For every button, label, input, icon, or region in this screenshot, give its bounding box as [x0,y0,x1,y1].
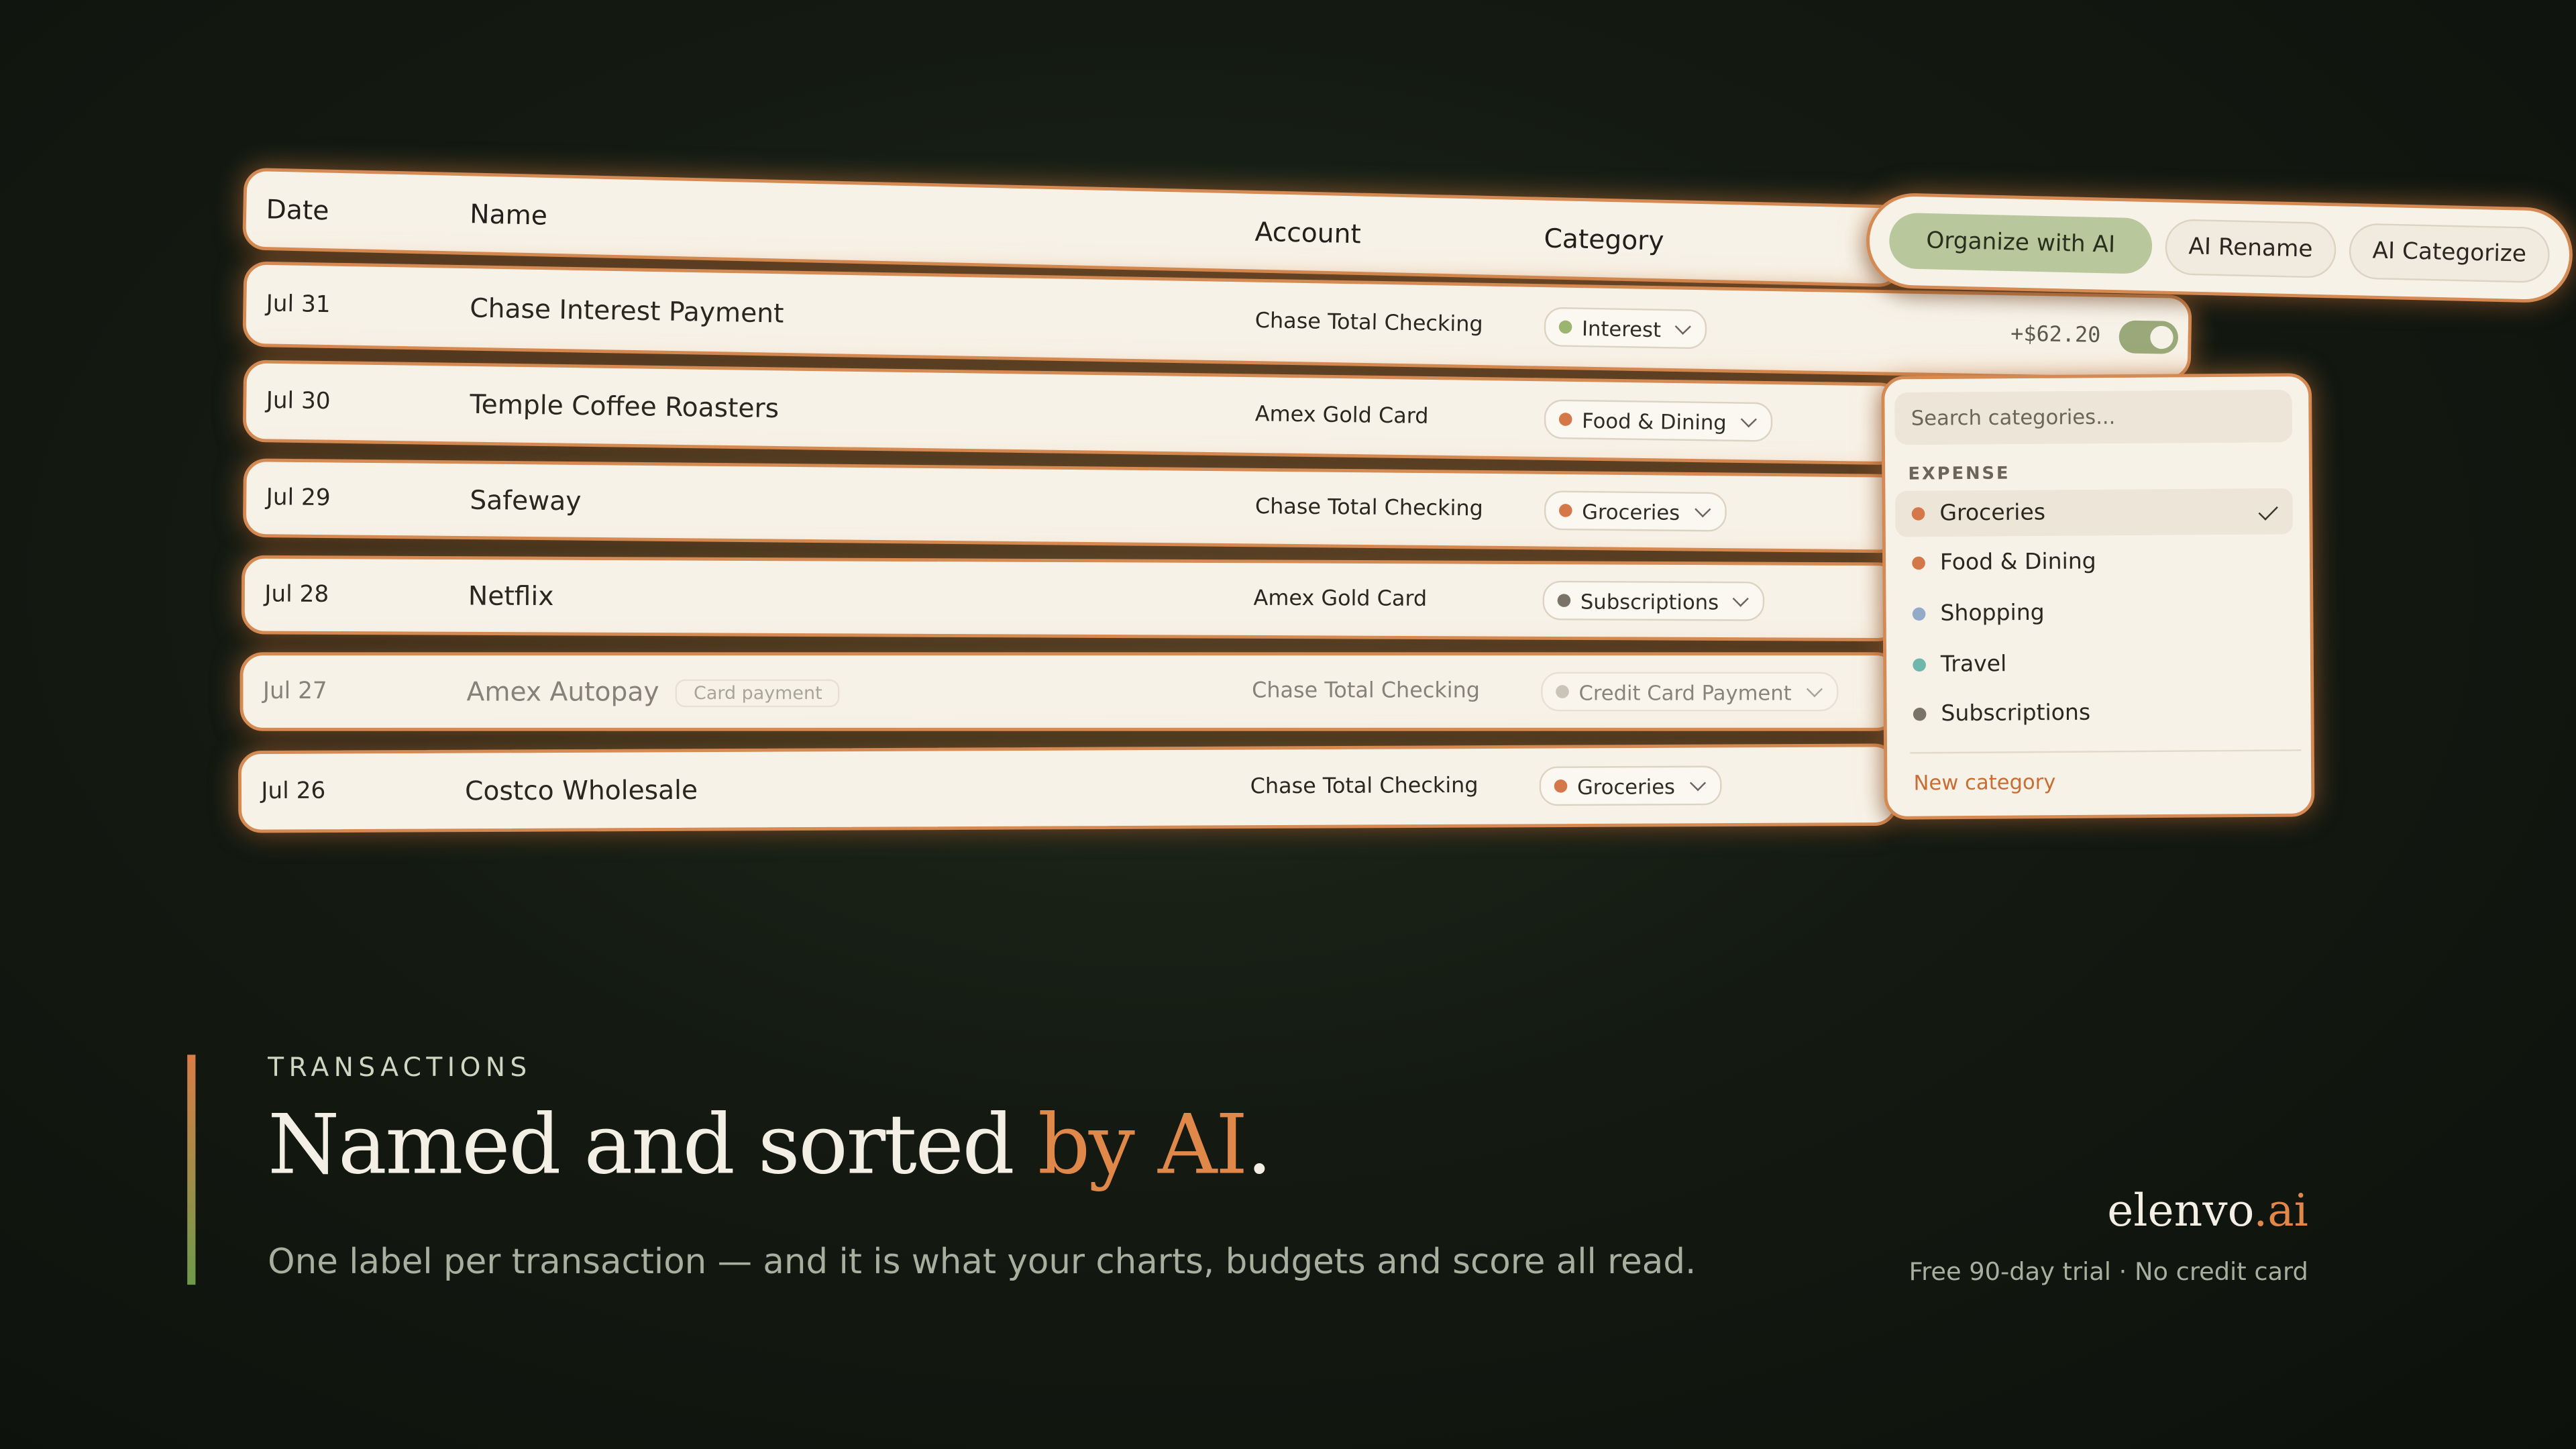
subtitle: One label per transaction — and it is wh… [268,1242,1697,1282]
category-label: Groceries [1576,773,1676,799]
row-account: Chase Total Checking [1254,309,1483,338]
row-account: Amex Gold Card [1254,402,1429,430]
category-label: Groceries [1582,498,1680,524]
chevron-down-icon [1733,590,1750,607]
promo-scene: Date Name Account Category Jul 31 Chase … [0,0,2576,1449]
brand-logo: elenvo.ai [2107,1186,2308,1237]
check-icon [2258,500,2278,521]
column-date[interactable]: Date [266,194,329,227]
category-select[interactable]: Groceries [1539,765,1721,806]
category-dot-icon [1558,413,1572,427]
category-option-travel[interactable]: Travel [1896,639,2294,688]
row-date: Jul 28 [264,582,329,608]
expense-section-label: EXPENSE [1908,464,2010,484]
row-date: Jul 29 [266,484,331,512]
card-payment-tag: Card payment [676,679,841,708]
headline-end: . [1246,1097,1273,1193]
option-label: Groceries [1939,500,2046,527]
chevron-down-icon [1675,318,1692,335]
menu-divider [1910,749,2302,754]
row-account: Amex Gold Card [1253,586,1428,612]
headline-plain: Named and sorted [268,1097,1038,1193]
category-dropdown: Search categories... EXPENSE Groceries F… [1881,373,2315,820]
row-name: Chase Interest Payment [469,292,784,329]
table-row[interactable]: Jul 27 Amex Autopay Card payment Chase To… [239,652,1900,731]
row-name: Netflix [468,580,554,612]
category-label: Credit Card Payment [1578,679,1792,704]
accent-bar [187,1055,196,1285]
category-option-shopping[interactable]: Shopping [1896,588,2294,637]
category-dot-icon [1912,556,1925,570]
category-dot-icon [1911,507,1925,521]
row-date: Jul 31 [266,291,331,319]
new-category-link[interactable]: New category [1913,769,2055,795]
ai-rename-button[interactable]: AI Rename [2164,219,2337,279]
row-name-text: Amex Autopay [466,676,659,708]
category-search-input[interactable]: Search categories... [1894,389,2293,445]
category-dot-icon [1558,504,1572,517]
category-option-groceries[interactable]: Groceries [1895,488,2294,537]
row-name: Temple Coffee Roasters [470,388,780,424]
category-dot-icon [1556,685,1569,698]
table-row[interactable]: Jul 29 Safeway Chase Total Checking Groc… [242,458,1903,553]
category-select[interactable]: Interest [1544,307,1708,350]
row-account: Chase Total Checking [1252,679,1481,704]
ai-categorize-button[interactable]: AI Categorize [2348,223,2551,284]
category-label: Food & Dining [1581,407,1727,434]
category-dot-icon [1557,594,1571,607]
eyebrow-label: TRANSACTIONS [268,1051,532,1083]
trial-tagline: Free 90-day trial · No credit card [1909,1256,2308,1287]
row-name: Safeway [470,484,582,517]
headline: Named and sorted by AI. [268,1097,1273,1193]
category-select[interactable]: Food & Dining [1544,399,1773,442]
row-date: Jul 27 [262,678,327,705]
category-select[interactable]: Credit Card Payment [1541,672,1838,712]
category-label: Interest [1581,315,1662,341]
option-label: Travel [1940,651,2007,678]
category-dot-icon [1913,707,1927,721]
table-row[interactable]: Jul 30 Temple Coffee Roasters Amex Gold … [242,360,1903,466]
row-name: Costco Wholesale [464,774,698,807]
row-account: Chase Total Checking [1250,773,1479,800]
category-dot-icon [1913,658,1927,672]
option-label: Food & Dining [1939,548,2096,576]
include-toggle[interactable] [2118,320,2179,354]
row-amount: +$62.20 [2010,322,2101,349]
row-name: Amex Autopay Card payment [467,676,841,708]
category-option-food-dining[interactable]: Food & Dining [1896,537,2294,586]
chevron-down-icon [1740,411,1757,428]
category-label: Subscriptions [1580,588,1719,614]
table-row[interactable]: Jul 26 Costco Wholesale Chase Total Chec… [237,743,1898,833]
category-select[interactable]: Groceries [1544,490,1727,532]
row-account: Chase Total Checking [1254,495,1484,523]
chevron-down-icon [1688,775,1706,792]
category-option-subscriptions[interactable]: Subscriptions [1896,689,2294,738]
table-row[interactable]: Jul 28 Netflix Amex Gold Card Subscripti… [241,555,1901,642]
chevron-down-icon [1805,681,1822,698]
category-dot-icon [1554,779,1568,793]
category-select[interactable]: Subscriptions [1542,580,1765,621]
column-category[interactable]: Category [1544,223,1664,257]
option-label: Shopping [1940,600,2045,627]
row-date: Jul 30 [266,388,331,415]
column-account[interactable]: Account [1254,216,1361,250]
ai-toolbar: Organize with AI AI Rename AI Categorize [1865,192,2574,304]
row-date: Jul 26 [261,778,326,805]
column-name[interactable]: Name [470,198,548,231]
category-dot-icon [1912,607,1926,621]
chevron-down-icon [1694,501,1711,518]
category-dot-icon [1558,320,1572,334]
brand-suffix: .ai [2253,1186,2308,1238]
organize-with-ai-button[interactable]: Organize with AI [1888,212,2153,274]
brand-name: elenvo [2107,1186,2254,1238]
option-label: Subscriptions [1941,700,2091,728]
headline-accent: by AI [1037,1097,1248,1193]
